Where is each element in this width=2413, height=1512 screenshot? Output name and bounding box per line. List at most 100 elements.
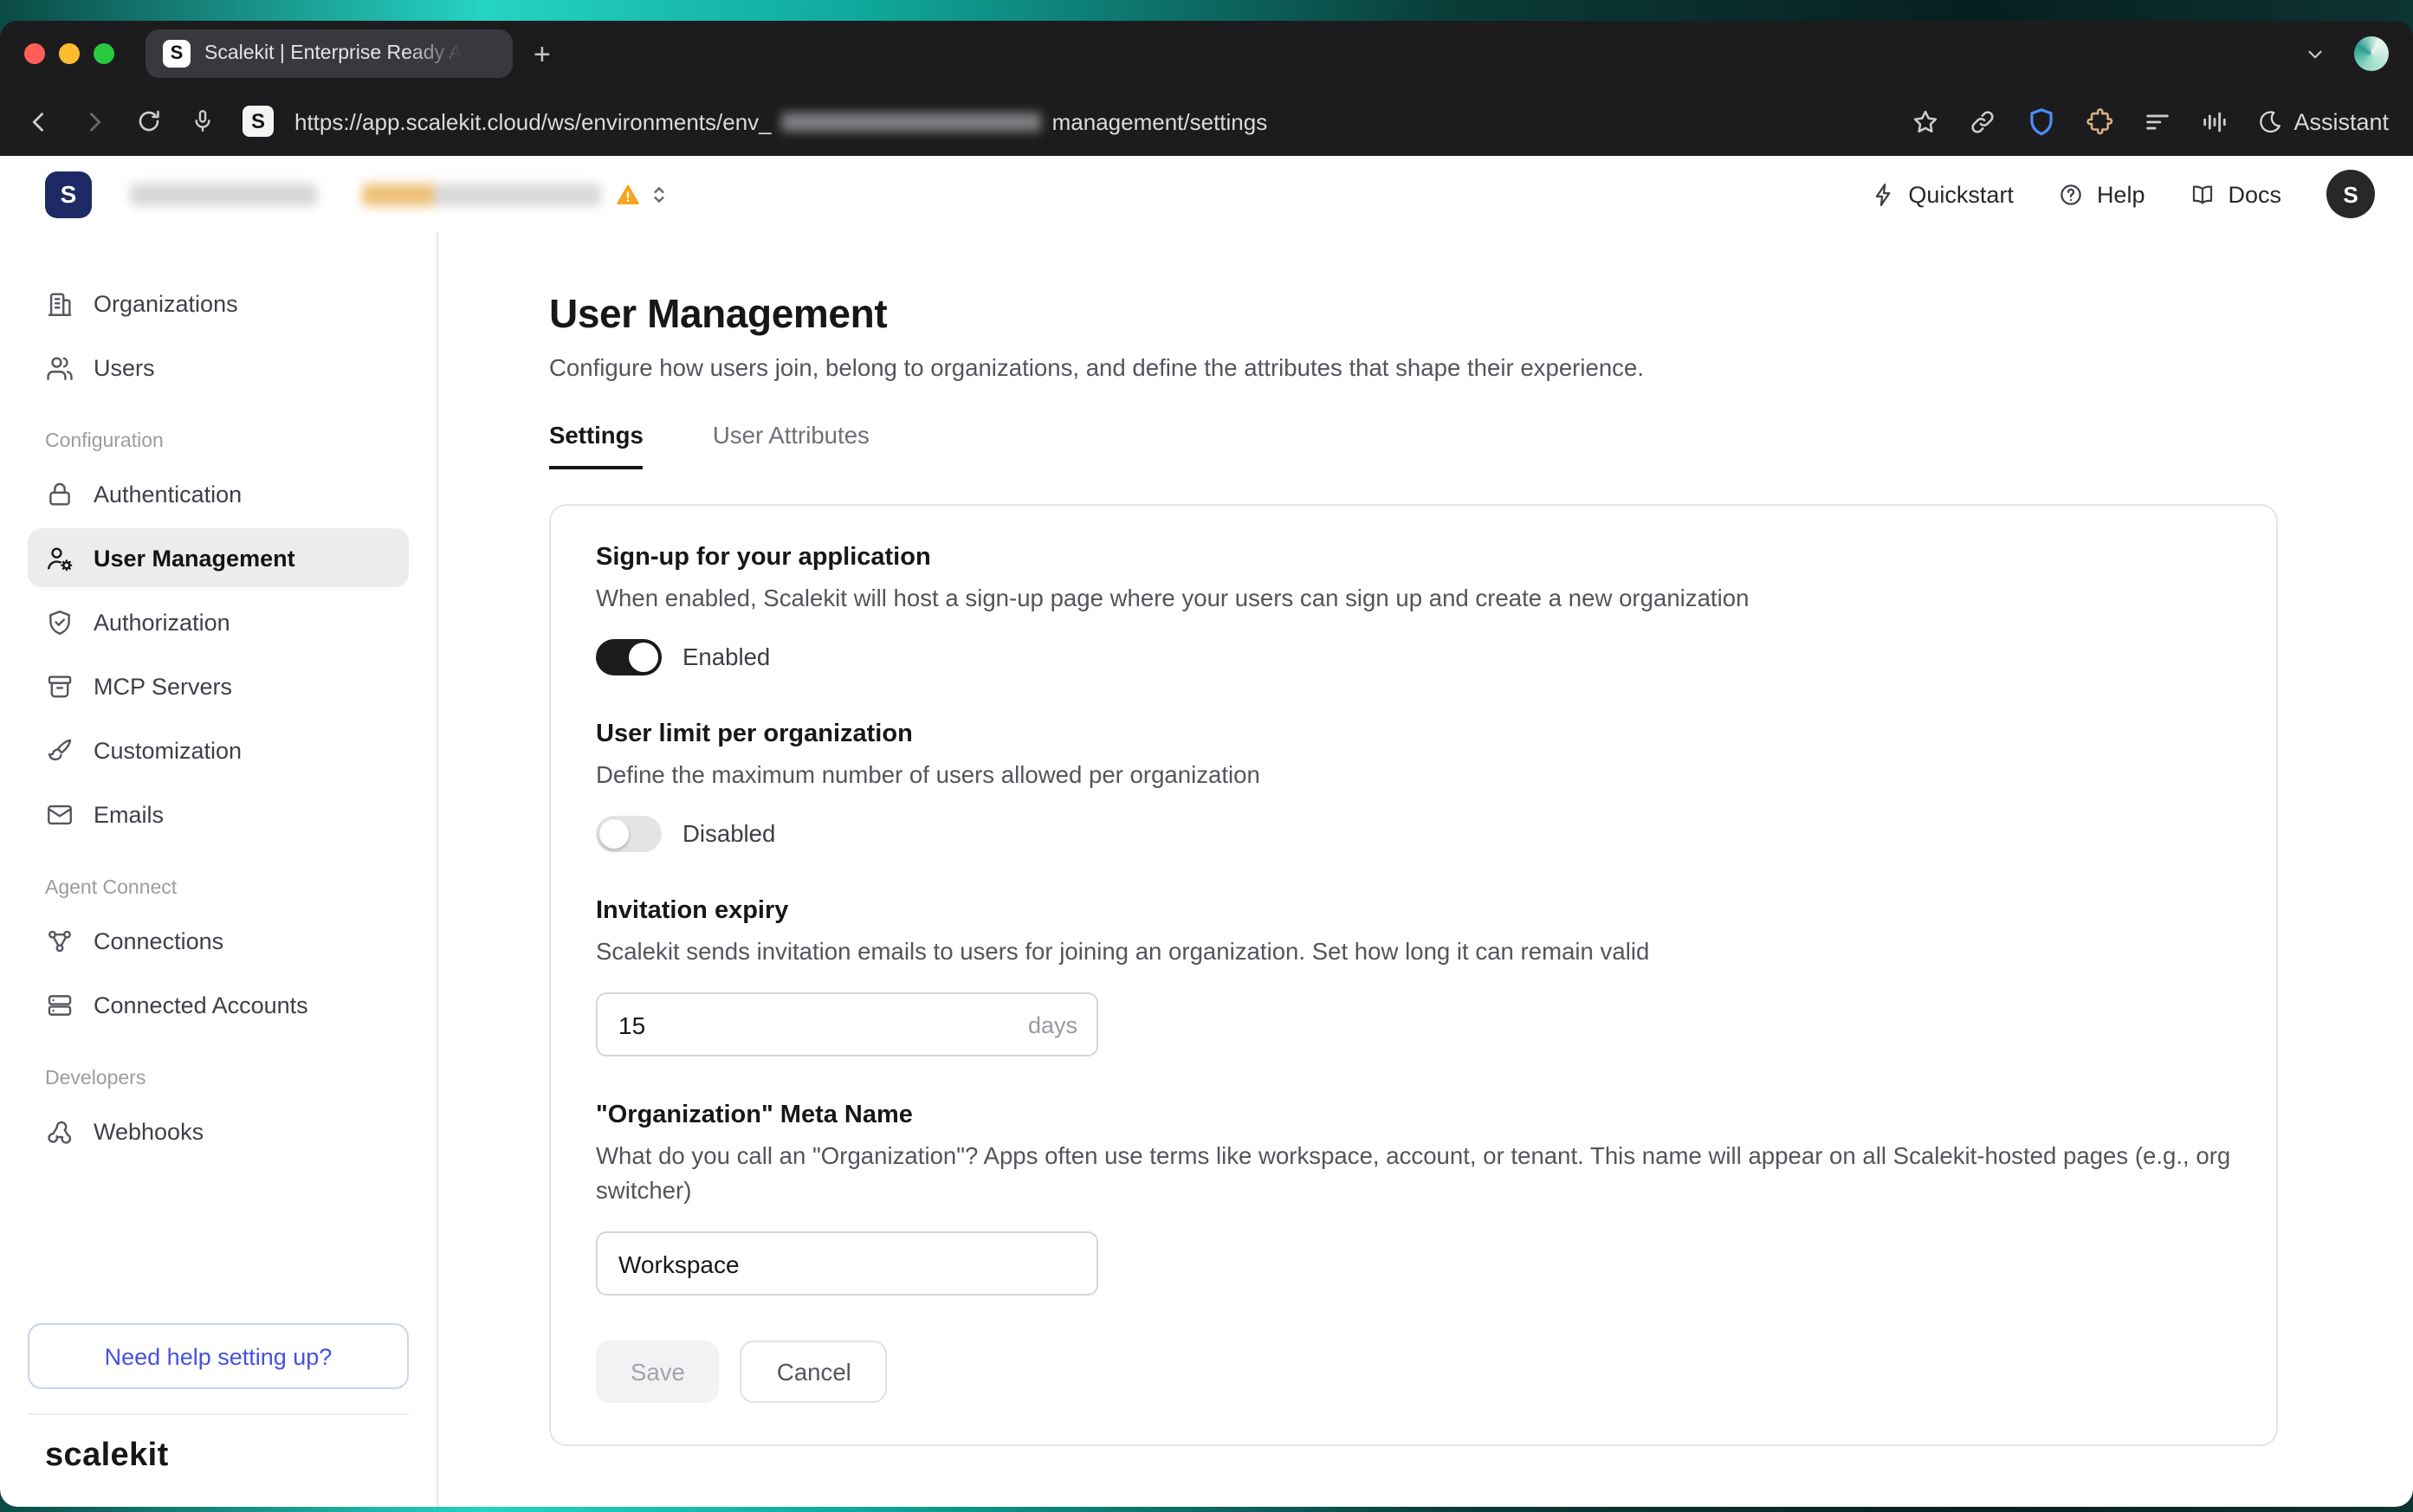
sidebar-item-label: Authorization <box>94 609 230 635</box>
user-gear-icon <box>45 543 74 572</box>
org-meta-name-input[interactable] <box>596 1231 1098 1296</box>
setting-description: What do you call an "Organization"? Apps… <box>596 1140 2231 1209</box>
copy-link-icon[interactable] <box>1968 107 1997 136</box>
tab-favicon: S <box>163 40 191 68</box>
sidebar-item-organizations[interactable]: Organizations <box>28 274 409 333</box>
lightning-icon <box>1870 181 1896 207</box>
app-header: S Quickstart <box>0 156 2413 232</box>
scalekit-app: S Quickstart <box>0 156 2413 1507</box>
browser-toolbar: S https://app.scalekit.cloud/ws/environm… <box>0 87 2413 156</box>
browser-tab-strip: S Scalekit | Enterprise Ready A + <box>0 21 2413 87</box>
waveform-icon[interactable] <box>2200 107 2229 136</box>
reload-button[interactable] <box>135 107 163 135</box>
tab-bar: Settings User Attributes <box>549 423 2278 469</box>
sidebar-item-authentication[interactable]: Authentication <box>28 464 409 523</box>
sidebar-item-label: Connected Accounts <box>94 992 308 1018</box>
sidebar: Organizations Users Configuration Auth <box>0 232 438 1507</box>
back-button[interactable] <box>24 107 54 136</box>
sidebar-item-emails[interactable]: Emails <box>28 785 409 843</box>
sidebar-item-label: Customization <box>94 737 242 763</box>
scalekit-logo: S <box>45 171 92 217</box>
setting-title: User limit per organization <box>596 720 2231 748</box>
webhook-icon <box>45 1116 74 1146</box>
redacted-environment-name <box>362 183 601 205</box>
sidebar-item-user-management[interactable]: User Management <box>28 528 409 587</box>
setting-org-meta-name: "Organization" Meta Name What do you cal… <box>596 1102 2231 1296</box>
url-prefix: https://app.scalekit.cloud/ws/environmen… <box>294 108 772 134</box>
help-circle-icon <box>2059 181 2085 207</box>
brush-icon <box>45 735 74 765</box>
invitation-expiry-input[interactable] <box>596 992 1098 1056</box>
user-limit-toggle-label: Disabled <box>682 821 775 847</box>
minimize-window-button[interactable] <box>59 43 80 64</box>
sidebar-item-webhooks[interactable]: Webhooks <box>28 1102 409 1160</box>
redacted-environment-id <box>782 112 1042 131</box>
quickstart-label: Quickstart <box>1908 181 2014 207</box>
setting-title: Sign-up for your application <box>596 544 2231 572</box>
environment-switcher-chevrons[interactable] <box>648 181 670 207</box>
docs-label: Docs <box>2228 181 2281 207</box>
tab-user-attributes[interactable]: User Attributes <box>713 423 870 469</box>
browser-window: S Scalekit | Enterprise Ready A + <box>0 21 2413 1507</box>
sidebar-section-configuration: Configuration <box>45 431 409 452</box>
adblock-shield-extension-icon[interactable] <box>2025 105 2058 138</box>
close-window-button[interactable] <box>24 43 45 64</box>
page-subtitle: Configure how users join, belong to orga… <box>549 355 2278 381</box>
sidebar-item-authorization[interactable]: Authorization <box>28 592 409 651</box>
page-title: User Management <box>549 291 2278 338</box>
reading-list-icon[interactable] <box>2143 107 2172 136</box>
sidebar-item-label: Authentication <box>94 481 242 507</box>
lock-icon <box>45 479 74 508</box>
shield-check-icon <box>45 607 74 636</box>
cancel-button[interactable]: Cancel <box>741 1341 888 1403</box>
help-button[interactable]: Help <box>2059 181 2145 207</box>
user-avatar[interactable]: S <box>2326 170 2375 218</box>
sidebar-item-connected-accounts[interactable]: Connected Accounts <box>28 975 409 1034</box>
sidebar-item-connections[interactable]: Connections <box>28 911 409 970</box>
sidebar-item-label: MCP Servers <box>94 673 232 699</box>
save-button[interactable]: Save <box>596 1341 720 1403</box>
main-content: User Management Configure how users join… <box>438 232 2413 1507</box>
signup-toggle[interactable] <box>596 639 662 675</box>
sidebar-footer: scalekit <box>28 1413 409 1479</box>
stacked-cards-icon <box>45 990 74 1019</box>
scalekit-wordmark: scalekit <box>45 1438 169 1474</box>
docs-button[interactable]: Docs <box>2190 181 2281 207</box>
zoom-window-button[interactable] <box>94 43 114 64</box>
quickstart-button[interactable]: Quickstart <box>1870 181 2014 207</box>
sidebar-item-label: Emails <box>94 801 164 827</box>
setting-description: Define the maximum number of users allow… <box>596 759 2231 793</box>
sidebar-item-label: Webhooks <box>94 1118 204 1144</box>
address-bar[interactable]: S https://app.scalekit.cloud/ws/environm… <box>243 106 1267 137</box>
tab-title: Scalekit | Enterprise Ready A <box>204 43 462 64</box>
setting-description: When enabled, Scalekit will host a sign-… <box>596 582 2231 617</box>
bookmark-star-icon[interactable] <box>1911 107 1940 136</box>
url-suffix: management/settings <box>1052 108 1268 134</box>
browser-tab[interactable]: S Scalekit | Enterprise Ready A <box>146 29 513 78</box>
sidebar-item-mcp-servers[interactable]: MCP Servers <box>28 656 409 715</box>
sidebar-item-users[interactable]: Users <box>28 338 409 397</box>
forward-button[interactable] <box>80 107 109 136</box>
assistant-icon <box>2257 108 2283 134</box>
puzzle-extension-icon[interactable] <box>2086 107 2115 136</box>
sidebar-item-customization[interactable]: Customization <box>28 720 409 779</box>
redacted-workspace-name <box>130 183 317 205</box>
sidebar-section-agent-connect: Agent Connect <box>45 878 409 899</box>
settings-card: Sign-up for your application When enable… <box>549 504 2278 1446</box>
browser-profile-avatar[interactable] <box>2354 36 2389 71</box>
need-help-button[interactable]: Need help setting up? <box>28 1323 409 1389</box>
user-limit-toggle[interactable] <box>596 816 662 852</box>
tab-search-chevron-icon[interactable] <box>2304 42 2326 65</box>
warning-icon <box>615 181 641 207</box>
new-tab-button[interactable]: + <box>534 39 551 68</box>
sidebar-item-label: Users <box>94 354 155 380</box>
tab-settings[interactable]: Settings <box>549 423 644 469</box>
network-nodes-icon <box>45 926 74 955</box>
desktop-wallpaper: S Scalekit | Enterprise Ready A + <box>0 0 2413 1512</box>
sidebar-item-label: Connections <box>94 927 223 953</box>
server-box-icon <box>45 671 74 701</box>
setting-description: Scalekit sends invitation emails to user… <box>596 935 2231 970</box>
assistant-button[interactable]: Assistant <box>2257 108 2389 134</box>
sidebar-item-label: User Management <box>94 545 295 571</box>
voice-search-icon[interactable] <box>189 107 217 135</box>
